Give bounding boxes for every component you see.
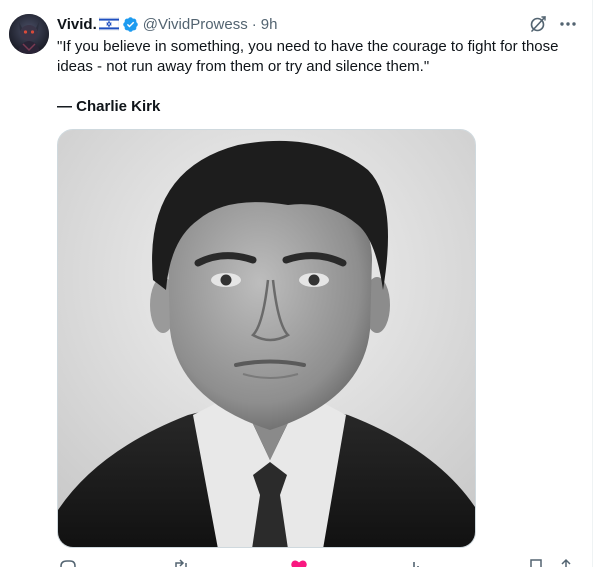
avatar-image: [9, 14, 49, 54]
post-timestamp[interactable]: 9h: [261, 16, 278, 33]
israel-flag-icon: [98, 16, 120, 32]
share-icon[interactable]: [557, 558, 575, 567]
more-icon[interactable]: [558, 14, 578, 34]
post-media-photo[interactable]: [57, 129, 476, 548]
reply-icon[interactable]: [59, 558, 77, 567]
post-action-bar: [57, 558, 585, 567]
bookmark-icon[interactable]: [527, 558, 545, 567]
post-header: Vivid. @VividProwess · 9h: [57, 13, 277, 35]
author-display-name[interactable]: Vivid.: [57, 16, 97, 33]
repost-icon[interactable]: [172, 558, 190, 567]
verified-badge-icon[interactable]: [122, 16, 139, 33]
column-divider: [592, 0, 593, 567]
avatar[interactable]: [9, 14, 49, 54]
author-handle[interactable]: @VividProwess: [143, 16, 248, 33]
quote-attribution: — Charlie Kirk: [57, 98, 161, 115]
like-icon[interactable]: [290, 558, 308, 567]
portrait-photo: [58, 130, 475, 547]
post-text: "If you believe in something, you need t…: [57, 38, 559, 75]
post-top-actions: [528, 14, 578, 34]
tweet-page: Vivid. @VividProwess · 9h "If you believ…: [0, 0, 615, 567]
header-separator: ·: [251, 15, 257, 33]
views-icon[interactable]: [407, 558, 425, 567]
grok-icon[interactable]: [528, 14, 548, 34]
